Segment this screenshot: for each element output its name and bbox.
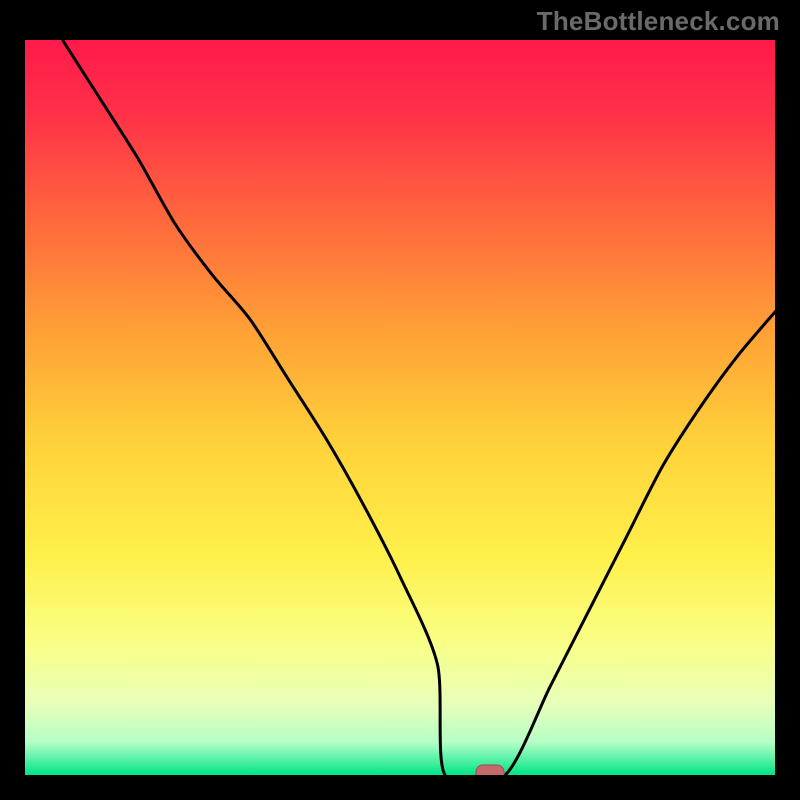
- watermark-text: TheBottleneck.com: [537, 6, 780, 37]
- plot-area: [25, 40, 775, 775]
- gradient-background: [25, 40, 775, 775]
- chart-frame: TheBottleneck.com: [0, 0, 800, 800]
- bottleneck-chart: [25, 40, 775, 775]
- optimal-point-marker: [476, 765, 504, 775]
